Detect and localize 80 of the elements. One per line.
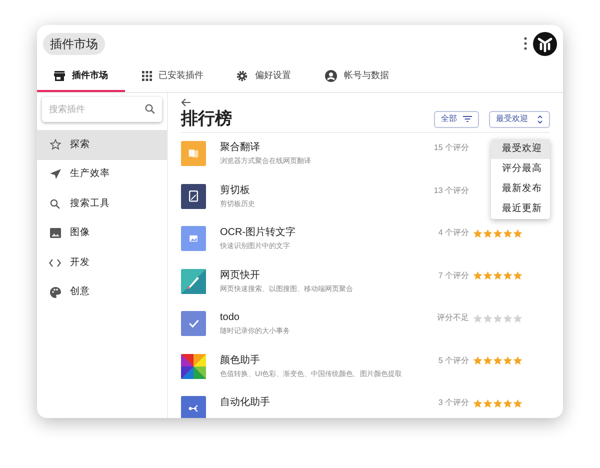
star-icon [493,356,502,365]
star-icon [483,228,492,238]
star-icon [493,228,502,238]
star-icon [473,356,482,365]
star-icon [483,271,492,280]
rating-count: 5 个评分 [438,354,469,366]
star-icon [513,398,522,408]
plugin-name[interactable]: 剪切板 [220,184,420,198]
filter-icon [463,116,472,122]
sidebar-item[interactable]: 探索 [37,130,167,160]
menu-item[interactable]: 最受欢迎 [491,139,550,159]
settings-icon [236,70,248,82]
sidebar-item[interactable]: 图像 [37,218,167,248]
sidebar-item[interactable]: 搜索工具 [37,189,167,218]
plugin-icon [181,184,206,208]
rating-count: 评分不足 [437,312,469,324]
code-icon [49,258,61,267]
search-icon [145,104,155,114]
plugin-name[interactable]: OCR-图片转文字 [220,226,424,240]
star-icon [513,271,522,280]
rating-count: 13 个评分 [434,184,469,196]
page-title: 排行榜 [181,108,233,130]
star-icon [483,398,492,408]
menu-item[interactable]: 评分最高 [491,159,550,179]
filter-button[interactable]: 全部 [434,110,479,128]
star-icon [513,228,522,238]
plugin-name[interactable]: todo [220,311,423,325]
back-arrow-icon[interactable] [181,98,191,107]
plugin-name[interactable]: 自动化助手 [220,396,424,410]
sort-caret-icon [537,114,543,124]
star-icon [473,271,482,280]
palette-icon [50,286,60,298]
more-icon[interactable] [524,37,527,50]
sidebar-item[interactable]: 创意 [37,278,167,307]
plugin-name[interactable]: 网页快开 [220,268,424,282]
star-icon [503,271,512,280]
star-icon [503,228,512,238]
plugin-icon [181,141,206,166]
plugin-name[interactable]: 颜色助手 [220,354,424,368]
tab[interactable]: 偏好设置 [220,62,307,92]
star-icon [503,398,512,408]
star-icon [473,228,482,238]
rating-count: 3 个评分 [438,397,469,409]
rating-count: 15 个评分 [434,142,469,154]
store-icon [54,71,65,81]
plugin-name[interactable]: 聚合翻译 [220,141,420,155]
search-field[interactable]: 搜索插件 [42,96,162,122]
star-icon [493,314,502,322]
star-icon [513,356,522,365]
star-icon [483,356,492,365]
star-icon [473,398,482,408]
star-icon [473,314,482,322]
menu-item[interactable]: 最近更新 [491,199,550,219]
plugin-icon [181,354,206,378]
rating-count: 7 个评分 [438,270,469,282]
paper-plane-icon [50,169,60,180]
sidebar-item[interactable]: 开发 [37,248,167,278]
plugin-icon [181,268,206,294]
window-title: 插件市场 [43,32,105,54]
rating-count: 4 个评分 [438,227,469,239]
tab[interactable]: 帐号与数据 [307,62,407,92]
tab[interactable]: 已安装插件 [125,62,220,92]
grid-icon [142,71,152,81]
menu-item[interactable]: 最新发布 [491,179,550,199]
star-icon [513,314,522,322]
search-icon [50,198,60,209]
star-icon [503,356,512,365]
tab[interactable]: 插件市场 [37,62,125,92]
sidebar-item[interactable]: 生产效率 [37,160,167,189]
plugin-icon [181,311,206,336]
star-icon [493,271,502,280]
star-icon [503,314,512,322]
plugin-icon [181,226,206,251]
star-icon [483,314,492,322]
sort-button[interactable]: 最受欢迎 [489,110,550,128]
image-icon [50,228,60,238]
star-icon [50,139,60,150]
star-icon [493,398,502,408]
account-icon [325,70,337,82]
logo-icon[interactable] [533,32,557,56]
